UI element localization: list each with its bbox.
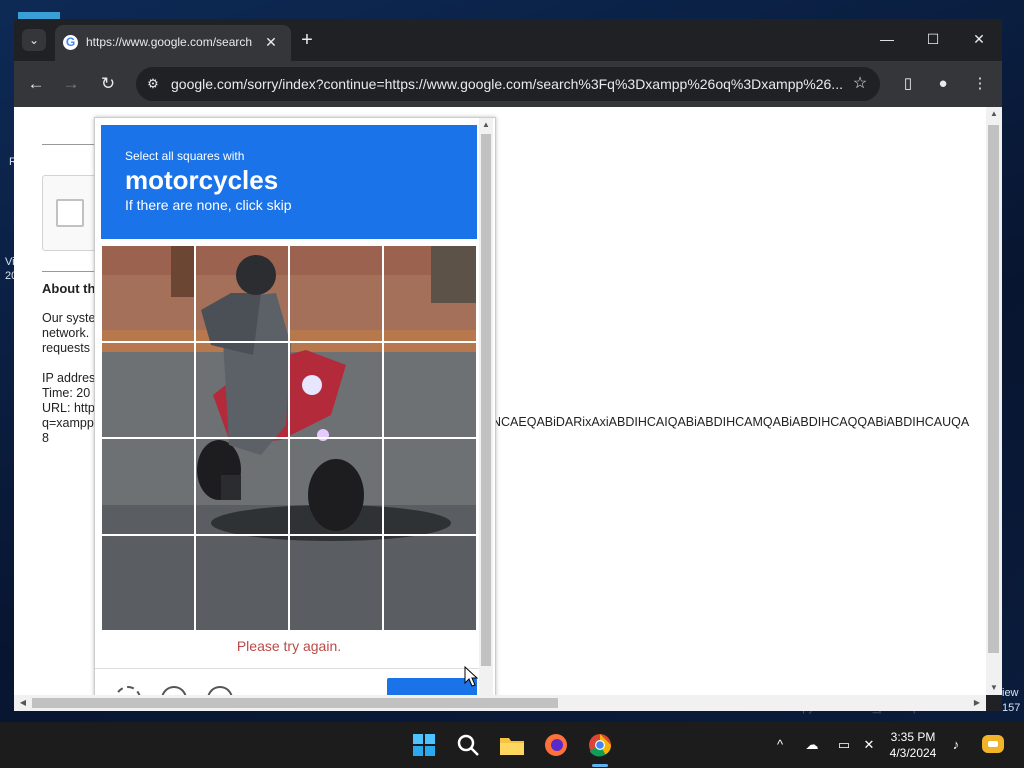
network-icon[interactable]: ▭ [835, 736, 853, 754]
captcha-instruction: Select all squares with [125, 149, 245, 163]
clock-time: 3:35 PM [890, 730, 936, 744]
captcha-tile[interactable] [289, 245, 383, 342]
captcha-tile[interactable] [195, 342, 289, 438]
desktop-text-fragment: 157 [1002, 702, 1021, 714]
captcha-tile[interactable] [101, 438, 195, 535]
captcha-tile[interactable] [195, 245, 289, 342]
profile-icon[interactable]: ● [931, 72, 955, 96]
chevron-down-icon: ⌄ [28, 33, 40, 47]
query-line: q=xampp [42, 416, 94, 430]
captcha-error-message: Please try again. [236, 638, 342, 654]
recaptcha-checkbox[interactable] [56, 199, 84, 227]
captcha-scrollbar[interactable]: ▲ [479, 118, 493, 695]
captcha-hint: If there are none, click skip [125, 197, 292, 213]
page-vertical-scrollbar[interactable]: ▲ ▼ [986, 107, 1002, 695]
info-icon[interactable] [207, 686, 233, 695]
captcha-tile[interactable] [289, 342, 383, 438]
new-tab-button[interactable]: + [296, 29, 318, 51]
captcha-header: Select all squares with motorcycles If t… [101, 125, 477, 239]
copilot-icon[interactable] [980, 731, 1006, 757]
clock[interactable]: 3:35 PM 4/3/2024 [882, 729, 944, 761]
desktop-text-fragment: iew [1002, 687, 1019, 699]
captcha-tile[interactable] [289, 535, 383, 631]
captcha-tile[interactable] [101, 342, 195, 438]
reload-challenge-icon[interactable] [115, 686, 141, 695]
page-content: About th Our syste network. requests IP … [14, 107, 986, 695]
url-text[interactable]: google.com/sorry/index?continue=https://… [171, 76, 851, 92]
show-hidden-icons-icon[interactable]: ^ [771, 736, 789, 754]
captcha-tile[interactable] [101, 535, 195, 631]
captcha-tile[interactable] [383, 438, 477, 535]
taskbar: ^ ☁ ▭ ✕ 3:35 PM 4/3/2024 ♪ [0, 722, 1024, 768]
ip-address-line: IP addres [42, 371, 96, 385]
firefox-icon[interactable] [540, 729, 572, 761]
scroll-down-icon[interactable]: ▼ [986, 681, 1002, 695]
chrome-icon[interactable] [584, 729, 616, 761]
bookmark-star-icon[interactable]: ☆ [850, 74, 870, 94]
browser-toolbar: ← → ↻ ⚙ google.com/sorry/index?continue=… [14, 61, 1002, 107]
divider [42, 271, 102, 272]
captcha-tile[interactable] [383, 245, 477, 342]
active-app-indicator [592, 764, 608, 767]
page-horizontal-scrollbar[interactable]: ◀ ▶ [14, 695, 986, 711]
address-bar[interactable]: ⚙ google.com/sorry/index?continue=https:… [136, 67, 880, 101]
browser-window: ⌄ G https://www.google.com/search ✕ + — … [14, 19, 1002, 711]
divider [42, 144, 102, 145]
windows-start-icon[interactable] [408, 729, 440, 761]
trailing-line: 8 [42, 431, 49, 445]
onedrive-icon[interactable]: ☁ [803, 736, 821, 754]
captcha-target: motorcycles [125, 165, 279, 195]
url-line: URL: http [42, 401, 95, 415]
tab-title: https://www.google.com/search [86, 35, 253, 49]
captcha-image-grid [101, 245, 477, 631]
captcha-tile[interactable] [195, 535, 289, 631]
tab-bar: ⌄ G https://www.google.com/search ✕ + — … [14, 19, 1002, 61]
captcha-tile[interactable] [383, 342, 477, 438]
mouse-cursor-icon [464, 666, 478, 687]
close-window-button[interactable]: ✕ [956, 27, 1002, 51]
scroll-up-icon[interactable]: ▲ [986, 107, 1002, 121]
captcha-footer-divider [95, 668, 483, 669]
audio-challenge-icon[interactable] [161, 686, 187, 695]
google-favicon-icon: G [63, 35, 78, 50]
captcha-tile[interactable] [289, 438, 383, 535]
back-arrow-icon[interactable]: ← [24, 72, 48, 96]
notifications-bell-icon[interactable]: ♪ [947, 736, 965, 754]
more-menu-icon[interactable]: ⋮ [968, 72, 992, 96]
tab-close-icon[interactable]: ✕ [262, 33, 280, 51]
clock-date: 4/3/2024 [889, 746, 937, 760]
captcha-challenge: Select all squares with motorcycles If t… [94, 117, 496, 695]
long-url-text: NCAEQABiDARixAxiABDIHCAIQABiABDIHCAMQABi… [492, 415, 970, 429]
reload-icon[interactable]: ↻ [96, 72, 120, 96]
search-icon[interactable] [452, 729, 484, 761]
vertical-scroll-thumb[interactable] [988, 125, 999, 653]
site-info-icon[interactable]: ⚙ [144, 75, 162, 93]
horizontal-scroll-thumb[interactable] [32, 698, 558, 708]
forward-arrow-icon[interactable]: → [59, 72, 83, 96]
file-explorer-icon[interactable] [496, 729, 528, 761]
captcha-tile[interactable] [195, 438, 289, 535]
body-line: requests [42, 341, 90, 355]
body-line: network. [42, 326, 90, 340]
captcha-tile[interactable] [101, 245, 195, 342]
scroll-left-icon[interactable]: ◀ [16, 695, 30, 711]
volume-muted-icon[interactable]: ✕ [860, 736, 878, 754]
captcha-tile[interactable] [383, 535, 477, 631]
side-panel-icon[interactable]: ▯ [896, 72, 920, 96]
maximize-button[interactable]: ☐ [910, 27, 956, 51]
scroll-right-icon[interactable]: ▶ [970, 695, 984, 711]
tab-google-search[interactable]: G https://www.google.com/search ✕ [55, 25, 291, 61]
captcha-scroll-thumb[interactable] [481, 134, 491, 666]
minimize-button[interactable]: — [864, 27, 910, 51]
about-heading: About th [42, 281, 96, 296]
tab-search-button[interactable]: ⌄ [22, 29, 46, 51]
time-line: Time: 20 [42, 386, 91, 400]
body-line: Our syste [42, 311, 96, 325]
scroll-up-icon[interactable]: ▲ [479, 118, 493, 132]
